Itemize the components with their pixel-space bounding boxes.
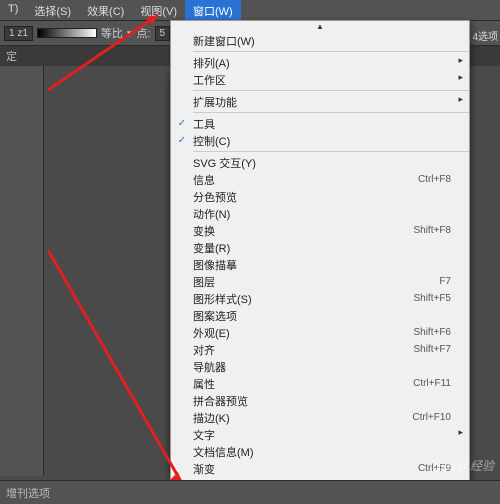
menu-separator xyxy=(193,51,469,52)
menu-item[interactable]: 拼合器预览 xyxy=(171,392,469,409)
menu-separator xyxy=(193,151,469,152)
menu-item-label: 排列(A) xyxy=(193,55,451,71)
menu-item[interactable]: 外观(E)Shift+F6 xyxy=(171,324,469,341)
menu-item[interactable]: ✓控制(C) xyxy=(171,132,469,149)
menu-item-label: SVG 交互(Y) xyxy=(193,155,451,171)
menu-item-label: 控制(C) xyxy=(193,133,451,149)
chevron-down-icon[interactable]: ▾ xyxy=(127,27,133,40)
stroke-preview[interactable] xyxy=(37,28,97,38)
status-label: 增刊选项 xyxy=(6,485,50,501)
menu-select[interactable]: 选择(S) xyxy=(26,0,79,20)
style-label: 等比 xyxy=(101,25,123,41)
menu-item-label: 导航器 xyxy=(193,359,451,375)
menu-item-label: 信息 xyxy=(193,172,418,188)
menu-t[interactable]: T) xyxy=(0,0,26,20)
menu-item-label: 文档信息(M) xyxy=(193,444,451,460)
menu-item[interactable]: 描边(K)Ctrl+F10 xyxy=(171,409,469,426)
menu-item[interactable]: 对齐Shift+F7 xyxy=(171,341,469,358)
menu-shortcut: Ctrl+F10 xyxy=(412,412,451,423)
menu-item-label: 变换 xyxy=(193,223,413,239)
menu-window[interactable]: 窗口(W) xyxy=(185,0,241,20)
menu-item-label: 新建窗口(W) xyxy=(193,33,451,49)
menu-shortcut: Shift+F6 xyxy=(413,327,451,338)
menu-shortcut: Shift+F5 xyxy=(413,293,451,304)
menu-item[interactable]: 变量(R) xyxy=(171,239,469,256)
menu-item[interactable]: 变换Shift+F8 xyxy=(171,222,469,239)
tools-panel[interactable] xyxy=(0,66,44,476)
menu-item[interactable]: 导航器 xyxy=(171,358,469,375)
menu-item[interactable]: 分色预览 xyxy=(171,188,469,205)
scroll-up-icon[interactable]: ▲ xyxy=(171,21,469,32)
menu-item[interactable]: 渐变Ctrl+F9 xyxy=(171,460,469,477)
menu-separator xyxy=(193,90,469,91)
menu-item[interactable]: 图形样式(S)Shift+F5 xyxy=(171,290,469,307)
right-panel-hint: 4选项 xyxy=(472,28,498,43)
menu-item[interactable]: 文档信息(M) xyxy=(171,443,469,460)
window-menu-dropdown: ▲ 新建窗口(W)排列(A)工作区扩展功能✓工具✓控制(C)SVG 交互(Y)信… xyxy=(170,20,470,498)
points-label: 点: xyxy=(136,25,150,41)
menu-item-label: 变量(R) xyxy=(193,240,451,256)
zoom-field[interactable]: 1 z1 xyxy=(4,26,33,41)
menu-item[interactable]: 图案选项 xyxy=(171,307,469,324)
menu-item-label: 图层 xyxy=(193,274,439,290)
menu-item-label: 描边(K) xyxy=(193,410,412,426)
menu-item[interactable]: SVG 交互(Y) xyxy=(171,154,469,171)
menu-shortcut: F7 xyxy=(439,276,451,287)
menu-item[interactable]: 属性Ctrl+F11 xyxy=(171,375,469,392)
menu-shortcut: Shift+F7 xyxy=(413,344,451,355)
points-field[interactable]: 5 xyxy=(155,26,171,41)
tab-label[interactable]: 定 xyxy=(6,48,17,64)
check-icon: ✓ xyxy=(171,135,193,146)
menu-item-label: 外观(E) xyxy=(193,325,413,341)
menu-item[interactable]: 扩展功能 xyxy=(171,93,469,110)
menu-item[interactable]: 新建窗口(W) xyxy=(171,32,469,49)
menu-item[interactable]: 文字 xyxy=(171,426,469,443)
menu-item-label: 对齐 xyxy=(193,342,413,358)
watermark: Baidu 经验 xyxy=(436,457,494,474)
menu-shortcut: Shift+F8 xyxy=(413,225,451,236)
menu-item-label: 工具 xyxy=(193,116,451,132)
menu-separator xyxy=(193,112,469,113)
status-bar: 增刊选项 xyxy=(0,480,500,504)
menu-item-label: 图形样式(S) xyxy=(193,291,413,307)
menu-item-label: 分色预览 xyxy=(193,189,451,205)
menu-item[interactable]: 工作区 xyxy=(171,71,469,88)
menu-shortcut: Ctrl+F11 xyxy=(413,378,451,389)
menubar: T) 选择(S) 效果(C) 视图(V) 窗口(W) xyxy=(0,0,500,20)
menu-item-label: 扩展功能 xyxy=(193,94,451,110)
menu-item-label: 属性 xyxy=(193,376,413,392)
menu-item-label: 文字 xyxy=(193,427,451,443)
menu-item[interactable]: 排列(A) xyxy=(171,54,469,71)
menu-item[interactable]: 信息Ctrl+F8 xyxy=(171,171,469,188)
menu-item-label: 拼合器预览 xyxy=(193,393,451,409)
menu-item-label: 动作(N) xyxy=(193,206,451,222)
menu-item[interactable]: 图层F7 xyxy=(171,273,469,290)
menu-effect[interactable]: 效果(C) xyxy=(79,0,132,20)
menu-item-label: 工作区 xyxy=(193,72,451,88)
menu-item-label: 图案选项 xyxy=(193,308,451,324)
menu-view[interactable]: 视图(V) xyxy=(132,0,185,20)
check-icon: ✓ xyxy=(171,118,193,129)
menu-shortcut: Ctrl+F8 xyxy=(418,174,451,185)
menu-item-label: 图像描摹 xyxy=(193,257,451,273)
menu-item-label: 渐变 xyxy=(193,461,418,477)
menu-item[interactable]: 动作(N) xyxy=(171,205,469,222)
menu-item[interactable]: ✓工具 xyxy=(171,115,469,132)
menu-item[interactable]: 图像描摹 xyxy=(171,256,469,273)
